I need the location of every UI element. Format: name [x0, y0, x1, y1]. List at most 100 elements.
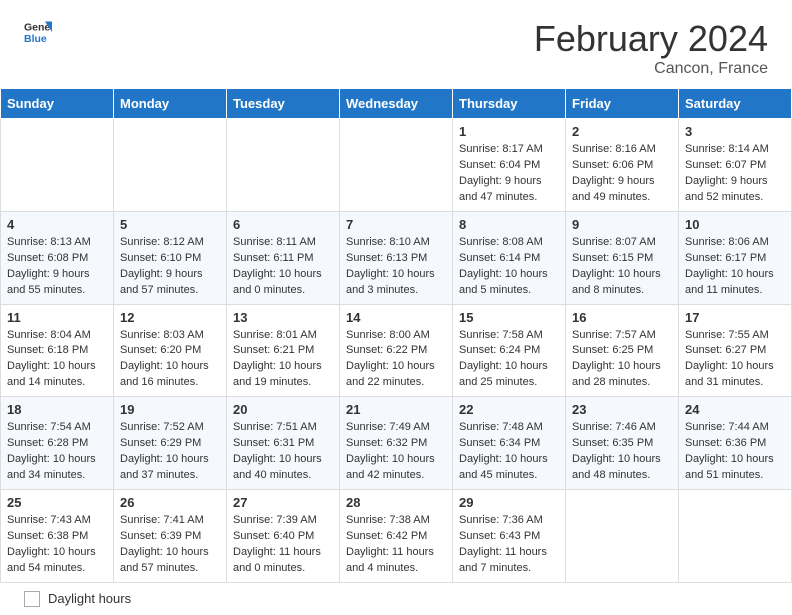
calendar-cell: 2 Sunrise: 8:16 AM Sunset: 6:06 PM Daylig… [566, 119, 679, 212]
calendar-cell: 16 Sunrise: 7:57 AM Sunset: 6:25 PM Dayli… [566, 304, 679, 397]
day-number: 5 [120, 217, 220, 232]
calendar-cell: 26Sunrise: 7:41 AM Sunset: 6:39 PM Dayli… [114, 490, 227, 583]
weekday-header-saturday: Saturday [679, 89, 792, 119]
day-number: 4 [7, 217, 107, 232]
day-info: Sunrise: 7:44 AM Sunset: 6:36 PM Dayligh… [685, 420, 785, 484]
page-header: General Blue February 2024 Cancon, Franc… [0, 0, 792, 88]
day-info: Sunrise: 8:16 AM Sunset: 6:06 PM Dayligh… [572, 142, 672, 206]
day-info: Sunrise: 8:12 AM Sunset: 6:10 PM Dayligh… [120, 235, 220, 299]
calendar-cell: 21Sunrise: 7:49 AM Sunset: 6:32 PM Dayli… [340, 397, 453, 490]
calendar-cell: 17 Sunrise: 7:55 AM Sunset: 6:27 PM Dayli… [679, 304, 792, 397]
day-info: Sunrise: 7:51 AM Sunset: 6:31 PM Dayligh… [233, 420, 333, 484]
calendar-cell [1, 119, 114, 212]
day-number: 16 [572, 310, 672, 325]
calendar-cell: 4 Sunrise: 8:13 AM Sunset: 6:08 PM Daylig… [1, 211, 114, 304]
day-number: 24 [685, 402, 785, 417]
day-number: 28 [346, 495, 446, 510]
calendar-cell: 25 Sunrise: 7:43 AM Sunset: 6:38 PM Dayli… [1, 490, 114, 583]
calendar-cell: 22 Sunrise: 7:48 AM Sunset: 6:34 PM Dayli… [453, 397, 566, 490]
day-number: 27 [233, 495, 333, 510]
day-info: Sunrise: 7:58 AM Sunset: 6:24 PM Dayligh… [459, 328, 559, 392]
calendar-cell: 15 Sunrise: 7:58 AM Sunset: 6:24 PM Dayli… [453, 304, 566, 397]
day-info: Sunrise: 8:04 AM Sunset: 6:18 PM Dayligh… [7, 328, 107, 392]
calendar-cell: 5 Sunrise: 8:12 AM Sunset: 6:10 PM Daylig… [114, 211, 227, 304]
day-number: 13 [233, 310, 333, 325]
calendar-cell: 28 Sunrise: 7:38 AM Sunset: 6:42 PM Dayli… [340, 490, 453, 583]
day-number: 23 [572, 402, 672, 417]
weekday-header-thursday: Thursday [453, 89, 566, 119]
day-info: Sunrise: 7:55 AM Sunset: 6:27 PM Dayligh… [685, 328, 785, 392]
calendar-week-3: 11 Sunrise: 8:04 AM Sunset: 6:18 PM Dayli… [1, 304, 792, 397]
day-info: Sunrise: 7:46 AM Sunset: 6:35 PM Dayligh… [572, 420, 672, 484]
weekday-header-wednesday: Wednesday [340, 89, 453, 119]
day-number: 25 [7, 495, 107, 510]
weekday-header-monday: Monday [114, 89, 227, 119]
day-number: 2 [572, 124, 672, 139]
day-number: 19 [120, 402, 220, 417]
day-number: 1 [459, 124, 559, 139]
day-number: 21 [346, 402, 446, 417]
calendar-cell: 12 Sunrise: 8:03 AM Sunset: 6:20 PM Dayli… [114, 304, 227, 397]
calendar-cell: 13 Sunrise: 8:01 AM Sunset: 6:21 PM Dayli… [227, 304, 340, 397]
calendar-cell: 7Sunrise: 8:10 AM Sunset: 6:13 PM Daylig… [340, 211, 453, 304]
day-number: 12 [120, 310, 220, 325]
logo: General Blue [24, 18, 52, 46]
day-info: Sunrise: 7:39 AM Sunset: 6:40 PM Dayligh… [233, 513, 333, 577]
day-info: Sunrise: 7:57 AM Sunset: 6:25 PM Dayligh… [572, 328, 672, 392]
calendar-cell: 29Sunrise: 7:36 AM Sunset: 6:43 PM Dayli… [453, 490, 566, 583]
daylight-box [24, 591, 40, 607]
calendar-cell [114, 119, 227, 212]
month-title: February 2024 [534, 18, 768, 60]
day-info: Sunrise: 8:08 AM Sunset: 6:14 PM Dayligh… [459, 235, 559, 299]
calendar-week-2: 4 Sunrise: 8:13 AM Sunset: 6:08 PM Daylig… [1, 211, 792, 304]
weekday-header-friday: Friday [566, 89, 679, 119]
weekday-header-sunday: Sunday [1, 89, 114, 119]
day-info: Sunrise: 8:06 AM Sunset: 6:17 PM Dayligh… [685, 235, 785, 299]
calendar-cell: 27 Sunrise: 7:39 AM Sunset: 6:40 PM Dayli… [227, 490, 340, 583]
day-number: 3 [685, 124, 785, 139]
day-info: Sunrise: 7:52 AM Sunset: 6:29 PM Dayligh… [120, 420, 220, 484]
calendar-cell [566, 490, 679, 583]
calendar-cell: 11 Sunrise: 8:04 AM Sunset: 6:18 PM Dayli… [1, 304, 114, 397]
calendar-cell: 3 Sunrise: 8:14 AM Sunset: 6:07 PM Daylig… [679, 119, 792, 212]
day-info: Sunrise: 7:36 AM Sunset: 6:43 PM Dayligh… [459, 513, 559, 577]
logo-icon: General Blue [24, 18, 52, 46]
day-info: Sunrise: 7:43 AM Sunset: 6:38 PM Dayligh… [7, 513, 107, 577]
calendar-week-5: 25 Sunrise: 7:43 AM Sunset: 6:38 PM Dayli… [1, 490, 792, 583]
calendar-cell: 9 Sunrise: 8:07 AM Sunset: 6:15 PM Daylig… [566, 211, 679, 304]
title-block: February 2024 Cancon, France [534, 18, 768, 78]
day-info: Sunrise: 8:01 AM Sunset: 6:21 PM Dayligh… [233, 328, 333, 392]
calendar-cell: 8 Sunrise: 8:08 AM Sunset: 6:14 PM Daylig… [453, 211, 566, 304]
location: Cancon, France [534, 60, 768, 78]
calendar-cell [227, 119, 340, 212]
day-number: 15 [459, 310, 559, 325]
calendar-cell: 19 Sunrise: 7:52 AM Sunset: 6:29 PM Dayli… [114, 397, 227, 490]
weekday-header-row: SundayMondayTuesdayWednesdayThursdayFrid… [1, 89, 792, 119]
calendar-cell [340, 119, 453, 212]
day-number: 22 [459, 402, 559, 417]
calendar-table: SundayMondayTuesdayWednesdayThursdayFrid… [0, 88, 792, 583]
day-info: Sunrise: 8:03 AM Sunset: 6:20 PM Dayligh… [120, 328, 220, 392]
day-info: Sunrise: 8:07 AM Sunset: 6:15 PM Dayligh… [572, 235, 672, 299]
day-number: 7 [346, 217, 446, 232]
day-number: 11 [7, 310, 107, 325]
day-info: Sunrise: 8:00 AM Sunset: 6:22 PM Dayligh… [346, 328, 446, 392]
calendar-cell: 10 Sunrise: 8:06 AM Sunset: 6:17 PM Dayli… [679, 211, 792, 304]
day-number: 17 [685, 310, 785, 325]
calendar-cell: 1Sunrise: 8:17 AM Sunset: 6:04 PM Daylig… [453, 119, 566, 212]
day-info: Sunrise: 7:41 AM Sunset: 6:39 PM Dayligh… [120, 513, 220, 577]
day-info: Sunrise: 7:54 AM Sunset: 6:28 PM Dayligh… [7, 420, 107, 484]
day-info: Sunrise: 7:38 AM Sunset: 6:42 PM Dayligh… [346, 513, 446, 577]
day-info: Sunrise: 8:14 AM Sunset: 6:07 PM Dayligh… [685, 142, 785, 206]
day-number: 6 [233, 217, 333, 232]
day-number: 8 [459, 217, 559, 232]
day-info: Sunrise: 7:48 AM Sunset: 6:34 PM Dayligh… [459, 420, 559, 484]
calendar-cell: 18Sunrise: 7:54 AM Sunset: 6:28 PM Dayli… [1, 397, 114, 490]
day-number: 10 [685, 217, 785, 232]
calendar-cell: 6Sunrise: 8:11 AM Sunset: 6:11 PM Daylig… [227, 211, 340, 304]
calendar-cell: 24 Sunrise: 7:44 AM Sunset: 6:36 PM Dayli… [679, 397, 792, 490]
daylight-label: Daylight hours [48, 591, 131, 606]
day-info: Sunrise: 8:13 AM Sunset: 6:08 PM Dayligh… [7, 235, 107, 299]
calendar-cell: 14Sunrise: 8:00 AM Sunset: 6:22 PM Dayli… [340, 304, 453, 397]
day-number: 9 [572, 217, 672, 232]
